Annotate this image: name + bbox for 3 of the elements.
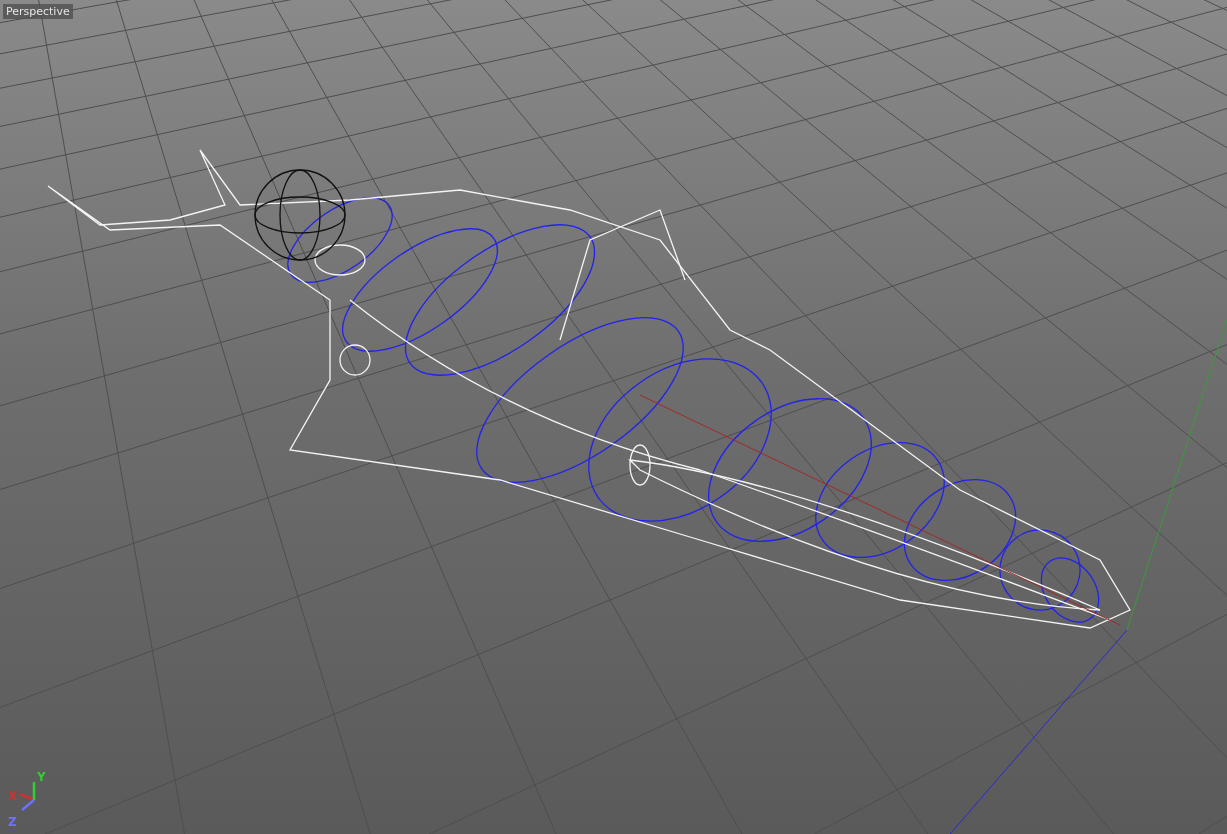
3d-viewport[interactable]: Perspective X Y Z xyxy=(0,0,1227,834)
viewport-label: Perspective xyxy=(3,4,73,19)
axis-gizmo-drawing: X Y Z xyxy=(6,770,50,832)
